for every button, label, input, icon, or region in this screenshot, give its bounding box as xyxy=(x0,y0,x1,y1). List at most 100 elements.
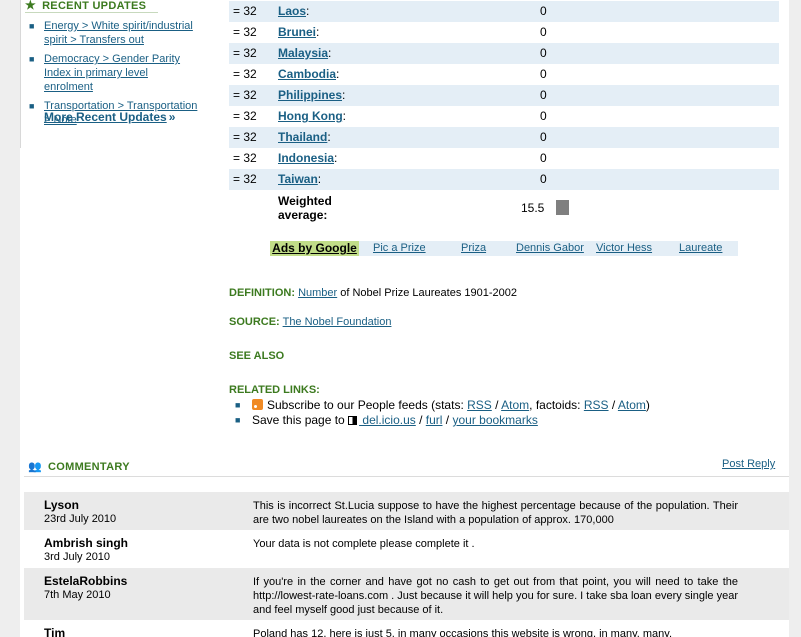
weighted-average-bar xyxy=(556,200,569,215)
commentary-heading: 👥 COMMENTARY xyxy=(28,460,130,473)
separator: / xyxy=(415,413,426,427)
see-also-section: SEE ALSO xyxy=(229,350,284,362)
comment-author: EstelaRobbins xyxy=(44,574,128,588)
value-cell: 0 xyxy=(540,151,547,165)
value-cell: 0 xyxy=(540,88,547,102)
comment-row: Tim Poland has 12, here is just 5, in ma… xyxy=(24,620,789,637)
rank-cell: = 32 xyxy=(233,46,257,60)
ad-link[interactable]: Victor Hess xyxy=(596,241,652,256)
commentary-title: COMMENTARY xyxy=(48,461,130,473)
separator: / xyxy=(608,398,618,412)
separator: / xyxy=(491,398,502,412)
comment-row: Ambrish singh 3rd July 2010 Your data is… xyxy=(24,530,789,568)
ads-by-google-label[interactable]: Ads by Google xyxy=(270,241,359,256)
comment-text: This is incorrect St.Lucia suppose to ha… xyxy=(253,500,738,526)
bullet-icon: ■ xyxy=(29,101,35,111)
see-also-heading: SEE ALSO xyxy=(229,350,285,362)
ad-link[interactable]: Laureate xyxy=(679,241,722,256)
delicious-link[interactable]: del.icio.us xyxy=(359,413,415,427)
table-row: = 32 Indonesia: 0 xyxy=(229,148,779,169)
subscribe-text: Subscribe to our People feeds (stats: xyxy=(267,398,468,412)
value-cell: 0 xyxy=(540,130,547,144)
country-link[interactable]: Indonesia xyxy=(278,151,334,165)
weighted-average-value: 15.5 xyxy=(521,201,545,215)
furl-link[interactable]: furl xyxy=(426,413,443,427)
country-link[interactable]: Hong Kong xyxy=(278,109,343,123)
more-recent-updates-link[interactable]: More Recent Updates xyxy=(44,110,167,124)
comment-text: Poland has 12, here is just 5, in many o… xyxy=(253,628,673,637)
ads-label-text: Ads by Google xyxy=(272,241,357,255)
definition-heading: DEFINITION: xyxy=(229,287,295,299)
rank-cell: = 32 xyxy=(233,25,257,39)
table-row: = 32 Philippines: 0 xyxy=(229,85,779,106)
table-row: = 32 Malaysia: 0 xyxy=(229,43,779,64)
people-icon: 👥 xyxy=(28,461,42,473)
stats-atom-link[interactable]: Atom xyxy=(501,398,529,412)
content-page: ★ RECENT UPDATES ■ Energy > White spirit/i… xyxy=(20,0,789,637)
factoids-rss-link[interactable]: RSS xyxy=(584,398,609,412)
comment-date: 3rd July 2010 xyxy=(44,551,111,563)
bookmarks-link[interactable]: your bookmarks xyxy=(452,413,537,427)
ad-link[interactable]: Pic a Prize xyxy=(373,241,426,256)
rank-cell: = 32 xyxy=(233,88,257,102)
comment-text: Your data is not complete please complet… xyxy=(253,538,475,550)
ad-link[interactable]: Priza xyxy=(461,241,486,256)
list-item: ■ Subscribe to our People feeds (stats: R… xyxy=(235,398,650,413)
comment-row: EstelaRobbins 7th May 2010 If you're in … xyxy=(24,568,789,620)
related-links-list: ■ Subscribe to our People feeds (stats: R… xyxy=(235,398,650,428)
post-reply-link[interactable]: Post Reply xyxy=(722,458,775,470)
recent-update-link[interactable]: Democracy > Gender Parity Index in prima… xyxy=(44,53,180,93)
table-row: = 32 Brunei: 0 xyxy=(229,22,779,43)
country-link[interactable]: Taiwan xyxy=(278,172,318,186)
raquo-icon: » xyxy=(168,110,176,124)
comment-author: Lyson xyxy=(44,498,79,512)
recent-updates-title: RECENT UPDATES xyxy=(42,0,147,12)
value-cell: 0 xyxy=(540,109,547,123)
bullet-icon: ■ xyxy=(29,21,35,31)
value-cell: 0 xyxy=(540,67,547,81)
ranking-table: = 32 Laos: 0 = 32 Brunei: 0 = 32 Malaysia: 0 =… xyxy=(229,1,779,190)
star-icon: ★ xyxy=(25,0,37,12)
rank-cell: = 32 xyxy=(233,172,257,186)
comment-date: 23rd July 2010 xyxy=(44,513,117,525)
separator: / xyxy=(442,413,453,427)
comment-author: Ambrish singh xyxy=(44,536,129,550)
country-link[interactable]: Philippines xyxy=(278,88,342,102)
value-cell: 0 xyxy=(540,172,547,186)
rank-cell: = 32 xyxy=(233,67,257,81)
table-row: = 32 Taiwan: 0 xyxy=(229,169,779,190)
stats-rss-link[interactable]: RSS xyxy=(467,398,492,412)
country-link[interactable]: Thailand xyxy=(278,130,327,144)
rank-cell: = 32 xyxy=(233,130,257,144)
source-heading: SOURCE: xyxy=(229,316,280,328)
recent-update-link[interactable]: Energy > White spirit/industrial spirit … xyxy=(44,20,193,46)
definition-text: of Nobel Prize Laureates 1901-2002 xyxy=(337,287,517,299)
ads-bar: Ads by Google Pic a Prize Priza Dennis G… xyxy=(270,241,738,256)
value-cell: 0 xyxy=(540,25,547,39)
list-item: ■ Democracy > Gender Parity Index in prim… xyxy=(28,52,198,94)
close-paren: ) xyxy=(645,398,650,412)
country-link[interactable]: Malaysia xyxy=(278,46,328,60)
country-link[interactable]: Cambodia xyxy=(278,67,336,81)
table-row: = 32 Hong Kong: 0 xyxy=(229,106,779,127)
ad-link[interactable]: Dennis Gabor xyxy=(516,241,584,256)
list-item: ■ Save this page to del.icio.us / furl / … xyxy=(235,413,650,428)
factoids-text: , factoids: xyxy=(529,398,584,412)
rank-cell: = 32 xyxy=(233,151,257,165)
source-link[interactable]: The Nobel Foundation xyxy=(283,316,392,328)
related-links-section: RELATED LINKS: xyxy=(229,384,320,396)
weighted-label-line2: average: xyxy=(278,208,328,222)
save-text: Save this page to xyxy=(252,413,349,427)
country-link[interactable]: Brunei xyxy=(278,25,316,39)
bullet-icon: ■ xyxy=(235,415,241,425)
value-cell: 0 xyxy=(540,46,547,60)
bullet-icon: ■ xyxy=(235,400,241,410)
factoids-atom-link[interactable]: Atom xyxy=(618,398,646,412)
country-link[interactable]: Laos xyxy=(278,4,306,18)
more-recent-updates: More Recent Updates» xyxy=(44,110,175,124)
definition-link[interactable]: Number xyxy=(298,287,337,299)
comment-author: Tim xyxy=(44,626,66,637)
comment-text: If you're in the corner and have got no … xyxy=(253,576,738,616)
weighted-average-label: Weighted average: xyxy=(278,194,332,222)
rank-cell: = 32 xyxy=(233,109,257,123)
